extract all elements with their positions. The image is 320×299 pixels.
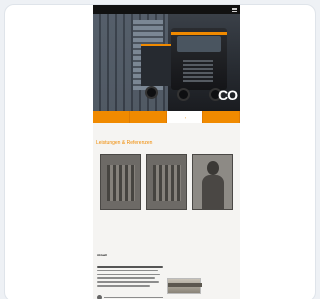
hero-wheel <box>145 86 158 99</box>
avatar <box>97 295 102 299</box>
hero-truck-grille <box>183 60 213 82</box>
section-title: Leistungen & Referenzen <box>96 140 153 146</box>
hero-trailer <box>141 44 173 86</box>
hero-image: CO <box>93 14 240 111</box>
arrow-right-icon: › <box>184 114 187 120</box>
news-section: Aktuell <box>97 253 237 257</box>
news-text-block <box>97 266 163 289</box>
news-photo[interactable] <box>167 278 202 294</box>
quick-link-3[interactable]: › <box>166 111 204 123</box>
quick-link-1[interactable] <box>93 111 130 123</box>
hero-wheel <box>177 88 190 101</box>
reference-gallery <box>100 154 234 214</box>
quick-link-4[interactable] <box>203 111 240 123</box>
mobile-page-preview[interactable]: CO › Leistungen & Referenzen Aktuell <box>93 5 240 299</box>
quick-link-2[interactable] <box>129 111 167 123</box>
hamburger-menu-icon[interactable] <box>232 7 237 12</box>
gallery-thumb[interactable] <box>100 154 141 210</box>
news-label: Aktuell <box>97 253 108 257</box>
top-nav-bar <box>93 5 240 14</box>
hero-truck-stripe <box>171 32 227 35</box>
quick-links-bar: › <box>93 111 240 123</box>
news-author-row <box>97 295 163 299</box>
hero-brand-mark: CO <box>218 87 238 103</box>
hero-truck-windshield <box>177 36 221 52</box>
gallery-thumb[interactable] <box>192 154 233 210</box>
gallery-thumb[interactable] <box>146 154 187 210</box>
